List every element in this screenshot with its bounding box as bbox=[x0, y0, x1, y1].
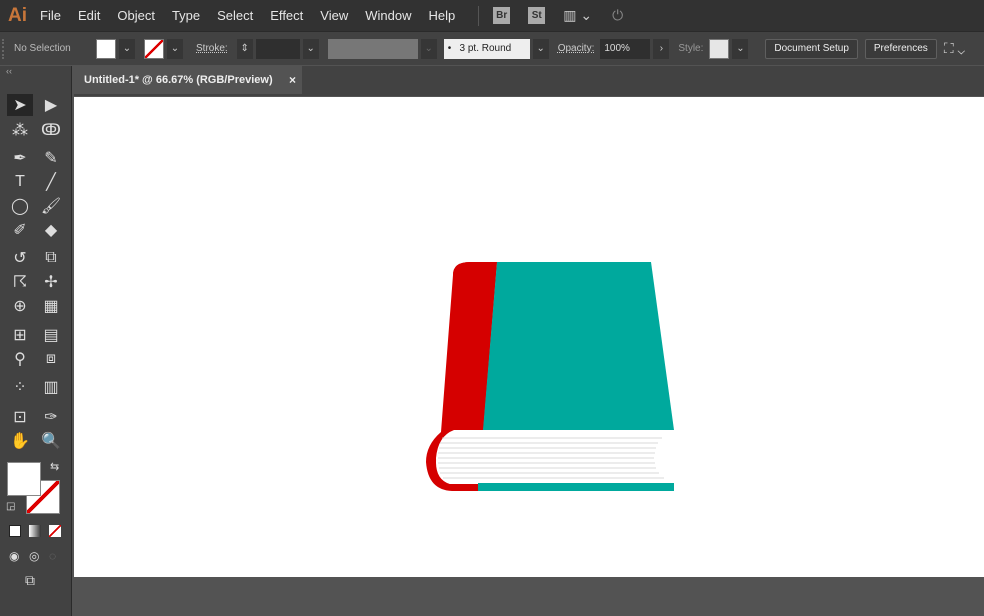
book-cover bbox=[483, 262, 674, 430]
draw-behind-icon[interactable]: ◎ bbox=[29, 549, 39, 563]
line-tool[interactable]: ╱ bbox=[38, 171, 64, 193]
brush-dropdown[interactable]: ⌄ bbox=[532, 38, 549, 59]
grip-icon bbox=[2, 38, 8, 59]
menu-type[interactable]: Type bbox=[172, 8, 200, 23]
divider bbox=[478, 5, 480, 26]
type-tool[interactable]: T bbox=[7, 171, 33, 193]
stroke-weight-input[interactable] bbox=[255, 38, 300, 59]
selection-status: No Selection bbox=[14, 43, 71, 54]
stroke-weight-dropdown[interactable]: ⌄ bbox=[302, 38, 319, 59]
menu-edit[interactable]: Edit bbox=[78, 8, 100, 23]
preferences-button[interactable]: Preferences bbox=[864, 38, 937, 59]
opacity-arrow[interactable]: › bbox=[653, 38, 670, 59]
document-tab-title: Untitled-1* @ 66.67% (RGB/Preview) bbox=[84, 74, 273, 86]
close-tab-icon[interactable]: × bbox=[289, 73, 296, 87]
control-panel: No Selection ⌄ ⌄ Stroke: ⇕ ⌄ ⌄ • 3 pt. R… bbox=[0, 31, 984, 65]
menu-object[interactable]: Object bbox=[117, 8, 155, 23]
mesh-tool[interactable]: ⊞ bbox=[7, 324, 33, 346]
magic-wand-tool[interactable]: ⁂ bbox=[7, 119, 33, 141]
menu-file[interactable]: File bbox=[40, 8, 61, 23]
warp-tool[interactable]: ☈ bbox=[7, 271, 33, 293]
eyedropper-tool[interactable]: ⚲ bbox=[7, 348, 33, 370]
book-illustration bbox=[426, 262, 674, 491]
stroke-swatch[interactable] bbox=[144, 38, 164, 59]
eraser-tool[interactable]: ◆ bbox=[38, 219, 64, 241]
menu-window[interactable]: Window bbox=[365, 8, 411, 23]
bridge-button[interactable]: Br bbox=[493, 7, 511, 24]
screen-mode-icon[interactable]: ⧉ bbox=[25, 572, 35, 589]
draw-inside-icon[interactable]: ◌ bbox=[49, 549, 56, 563]
blend-tool[interactable]: ⧈ bbox=[38, 348, 64, 370]
zoom-tool[interactable]: 🔍 bbox=[38, 430, 64, 452]
gradient-mode-icon[interactable] bbox=[29, 525, 41, 537]
selection-tool[interactable]: ➤ bbox=[7, 94, 33, 116]
menu-select[interactable]: Select bbox=[217, 8, 253, 23]
opacity-label[interactable]: Opacity: bbox=[558, 43, 595, 54]
fill-swatch[interactable] bbox=[96, 38, 116, 59]
menu-bar: Ai File Edit Object Type Select Effect V… bbox=[0, 0, 984, 31]
lasso-tool[interactable]: ↂ bbox=[38, 119, 64, 141]
menu-help[interactable]: Help bbox=[428, 8, 455, 23]
stock-button[interactable]: St bbox=[528, 7, 546, 24]
swap-colors-icon[interactable]: ⇆ bbox=[50, 460, 59, 473]
symbol-sprayer-tool[interactable]: ⁘ bbox=[7, 376, 33, 398]
default-colors-icon[interactable]: ◲ bbox=[6, 501, 15, 512]
gradient-tool[interactable]: ▤ bbox=[38, 324, 64, 346]
menu-view[interactable]: View bbox=[320, 8, 348, 23]
puppet-warp-tool[interactable]: ✢ bbox=[38, 271, 64, 293]
perspective-grid-tool[interactable]: ▦ bbox=[38, 295, 64, 317]
app-logo: Ai bbox=[8, 4, 27, 26]
style-label: Style: bbox=[678, 43, 704, 54]
stroke-label[interactable]: Stroke: bbox=[196, 43, 228, 54]
menu-effect[interactable]: Effect bbox=[270, 8, 303, 23]
stroke-weight-stepper[interactable]: ⇕ bbox=[236, 38, 253, 59]
ellipse-tool[interactable]: ◯ bbox=[7, 195, 33, 217]
column-graph-tool[interactable]: ▥ bbox=[38, 376, 64, 398]
brush-definition[interactable]: • 3 pt. Round bbox=[443, 38, 530, 59]
fill-dropdown[interactable]: ⌄ bbox=[119, 38, 135, 59]
workspace-layout-icon[interactable]: ▥ ⌄ bbox=[563, 7, 592, 24]
document-tab-bar: Untitled-1* @ 66.67% (RGB/Preview) × bbox=[74, 66, 984, 96]
shape-builder-tool[interactable]: ⊕ bbox=[7, 295, 33, 317]
scale-tool[interactable]: ⧉ bbox=[38, 247, 64, 269]
brush-name: 3 pt. Round bbox=[459, 43, 512, 54]
opacity-input[interactable]: 100% bbox=[600, 38, 651, 59]
rotate-tool[interactable]: ↺ bbox=[7, 247, 33, 269]
paintbrush-tool[interactable]: 🖌 bbox=[38, 195, 64, 217]
variable-width-profile[interactable] bbox=[327, 38, 418, 59]
style-swatch[interactable] bbox=[709, 38, 730, 59]
document-setup-button[interactable]: Document Setup bbox=[765, 38, 858, 59]
direct-selection-tool[interactable]: ▶ bbox=[38, 94, 64, 116]
pen-tool[interactable]: ✒ bbox=[7, 147, 33, 169]
artboard-tool[interactable]: ⊡ bbox=[7, 406, 33, 428]
color-mode-icon[interactable] bbox=[9, 525, 21, 537]
book-back-cover bbox=[478, 483, 674, 491]
stroke-dropdown[interactable]: ⌄ bbox=[167, 38, 183, 59]
gpu-performance-icon[interactable]: ⏻ bbox=[612, 7, 623, 24]
curvature-tool[interactable]: ✎ bbox=[38, 147, 64, 169]
draw-normal-icon[interactable]: ◉ bbox=[9, 549, 19, 563]
fill-color[interactable] bbox=[7, 462, 41, 496]
collapse-icon[interactable]: ‹‹ bbox=[6, 66, 12, 76]
artboard[interactable] bbox=[74, 97, 984, 577]
shaper-tool[interactable]: ✐ bbox=[7, 219, 33, 241]
arrange-icon[interactable]: ⛶ ⌄ bbox=[944, 40, 965, 57]
slice-tool[interactable]: ✑ bbox=[38, 406, 64, 428]
style-dropdown[interactable]: ⌄ bbox=[732, 38, 749, 59]
none-mode-icon[interactable] bbox=[49, 525, 61, 537]
hand-tool[interactable]: ✋ bbox=[7, 430, 33, 452]
document-tab[interactable]: Untitled-1* @ 66.67% (RGB/Preview) × bbox=[74, 66, 302, 94]
tools-panel: ‹‹ ➤ ▶ ⁂ ↂ ✒ ✎ T ╱ ◯ 🖌 ✐ ◆ ↺ ⧉ ☈ ✢ ⊕ ▦ ⊞… bbox=[0, 66, 72, 616]
profile-dropdown[interactable]: ⌄ bbox=[420, 38, 437, 59]
